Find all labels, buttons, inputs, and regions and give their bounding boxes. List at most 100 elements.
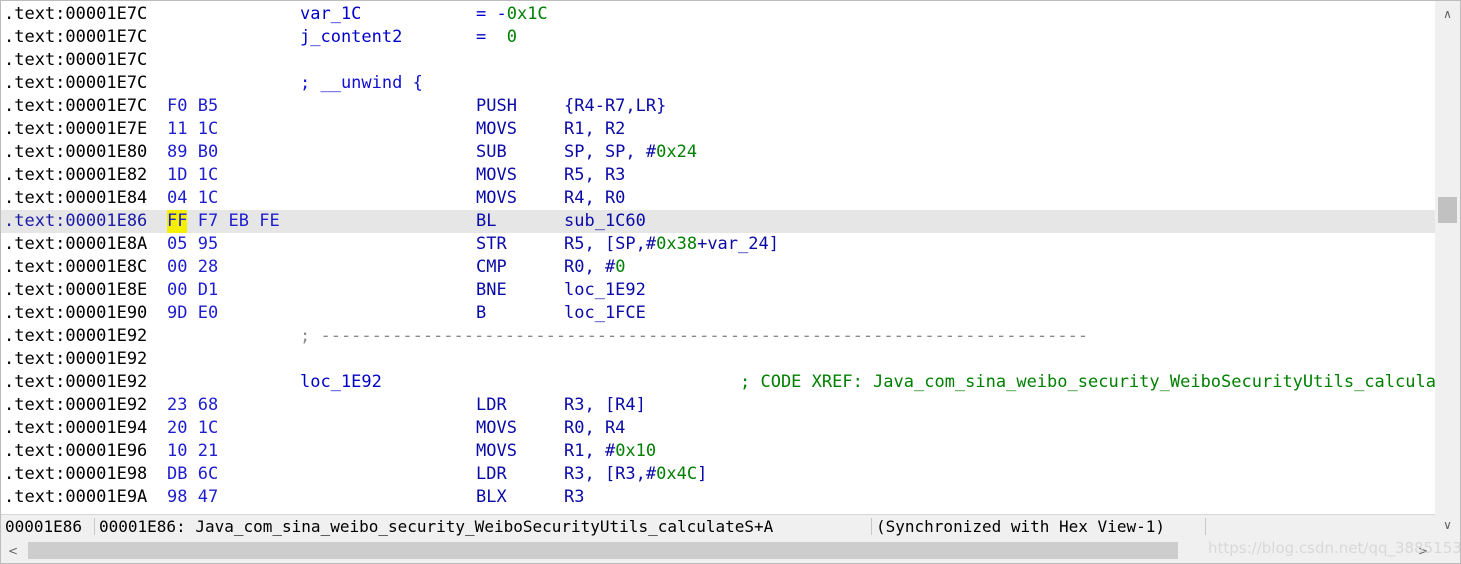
mnemonic: MOVS	[476, 119, 517, 139]
disassembly-listing[interactable]: .text:00001E7C var_1C = -0x1C .text:00001E7…	[1, 1, 1435, 513]
status-offset: 00001E86	[5, 517, 83, 536]
opcode-byte: F0	[167, 96, 188, 116]
operand-number: 0	[615, 257, 626, 277]
opcode-byte: 47	[197, 487, 219, 507]
equals-sign: = -	[476, 4, 507, 24]
operands[interactable]: R0, R4	[564, 417, 625, 440]
operand-number: 0x38	[656, 234, 698, 254]
operand-text: SP, SP, #	[564, 142, 657, 162]
operands[interactable]: R5, [SP,#0x38+var_24]	[564, 233, 779, 256]
address: .text:00001E96	[4, 441, 148, 461]
opcode-bytes: DB 6C	[167, 463, 218, 486]
opcode-byte: B5	[197, 96, 219, 116]
stack-var-value: = -0x1C	[476, 3, 548, 26]
mnemonic: B	[476, 303, 487, 323]
opcode-byte: 68	[197, 395, 219, 415]
scroll-down-icon[interactable]: ∨	[1435, 512, 1460, 537]
listing-row[interactable]: .text:00001E80 89 B0 SUB SP, SP, #0x24	[1, 141, 1435, 164]
operand-text: R3, [R4]	[564, 395, 646, 415]
operands[interactable]: {R4-R7,LR}	[564, 95, 666, 118]
opcode-byte: EB	[228, 211, 249, 231]
operand-text: R5, [SP,#	[564, 234, 657, 254]
operand-tail: +var_24]	[697, 234, 779, 254]
listing-row[interactable]: .text:00001E7C j_content2 = 0	[1, 26, 1435, 49]
status-location: 00001E86: Java_com_sina_weibo_security_W…	[99, 517, 774, 536]
opcode-byte: 95	[197, 234, 219, 254]
opcode-byte: FE	[259, 211, 280, 231]
operand-text: {R4-R7,LR}	[564, 96, 667, 116]
address: .text:00001E7E	[4, 119, 148, 139]
listing-row[interactable]: .text:00001E92 loc_1E92 ; CODE XREF: Java_…	[1, 371, 1435, 394]
mnemonic: MOVS	[476, 165, 517, 185]
numeric-value: 0x1C	[506, 4, 548, 24]
separator-line: ; --------------------------------------…	[300, 326, 1089, 346]
listing-row[interactable]: .text:00001E9A 98 47 BLX R3	[1, 486, 1435, 509]
opcode-bytes: 04 1C	[167, 187, 218, 210]
listing-row[interactable]: .text:00001E7C F0 B5 PUSH {R4-R7,LR}	[1, 95, 1435, 118]
unwind-comment: ; __unwind {	[300, 73, 423, 93]
listing-row[interactable]: .text:00001E92 23 68 LDR R3, [R4]	[1, 394, 1435, 417]
opcode-byte: 23	[167, 395, 188, 415]
listing-row[interactable]: .text:00001E7C var_1C = -0x1C	[1, 3, 1435, 26]
opcode-byte: 28	[197, 257, 219, 277]
label-name[interactable]: var_1C	[300, 3, 361, 26]
address: .text:00001E7C	[4, 4, 148, 24]
code-xref-comment[interactable]: ; CODE XREF: Java_com_sina_weibo_securit…	[740, 371, 1435, 394]
operands[interactable]: loc_1E92	[564, 279, 646, 302]
address: .text:00001E92	[4, 395, 148, 415]
address: .text:00001E82	[4, 165, 148, 185]
listing-row[interactable]: .text:00001E8C 00 28 CMP R0, #0	[1, 256, 1435, 279]
listing-row[interactable]: .text:00001E7C ; __unwind {	[1, 72, 1435, 95]
vertical-scrollbar[interactable]: ∧ ∨	[1435, 1, 1460, 538]
listing-row[interactable]: .text:00001E82 1D 1C MOVS R5, R3	[1, 164, 1435, 187]
listing-row[interactable]: .text:00001E92 ; ------------------------…	[1, 325, 1435, 348]
stack-var-value: = 0	[476, 26, 517, 49]
address: .text:00001E8A	[4, 234, 148, 254]
opcode-byte: D1	[197, 280, 219, 300]
listing-row[interactable]: .text:00001E8A 05 95 STR R5, [SP,#0x38+var_…	[1, 233, 1435, 256]
mnemonic: BL	[476, 211, 497, 231]
horizontal-scroll-thumb[interactable]	[28, 542, 1178, 559]
label-name[interactable]: j_content2	[300, 26, 402, 49]
selected-byte[interactable]: FF	[167, 210, 188, 233]
opcode-bytes: 10 21	[167, 440, 218, 463]
operands[interactable]: loc_1FCE	[564, 302, 646, 325]
operands[interactable]: R1, R2	[564, 118, 625, 141]
current-row[interactable]: .text:00001E86 FF F7 EB FE BL sub_1C60	[1, 210, 1435, 233]
operands[interactable]: R4, R0	[564, 187, 625, 210]
address: .text:00001E8E	[4, 280, 148, 300]
listing-row[interactable]: .text:00001E90 9D E0 Bloc_1FCE	[1, 302, 1435, 325]
operands[interactable]: R3, [R4]	[564, 394, 646, 417]
opcode-byte: 11	[167, 119, 188, 139]
operands[interactable]: R3	[564, 486, 584, 509]
operands[interactable]: R3, [R3,#0x4C]	[564, 463, 707, 486]
opcode-byte: 9D	[167, 303, 188, 323]
opcode-bytes: 9D E0	[167, 302, 218, 325]
scroll-left-icon[interactable]: <	[1, 538, 25, 563]
listing-row[interactable]: .text:00001E7E 11 1C MOVS R1, R2	[1, 118, 1435, 141]
operands[interactable]: R5, R3	[564, 164, 625, 187]
operands[interactable]: R0, #0	[564, 256, 625, 279]
opcode-byte: DB	[167, 464, 188, 484]
operands[interactable]: SP, SP, #0x24	[564, 141, 697, 164]
listing-row[interactable]: .text:00001E7C	[1, 49, 1435, 72]
mnemonic: MOVS	[476, 188, 517, 208]
operands[interactable]: R1, #0x10	[564, 440, 656, 463]
address: .text:00001E86	[4, 211, 148, 231]
listing-row[interactable]: .text:00001E94 20 1C MOVS R0, R4	[1, 417, 1435, 440]
listing-row[interactable]: .text:00001E84 04 1C MOVS R4, R0	[1, 187, 1435, 210]
mnemonic: LDR	[476, 395, 507, 415]
vertical-scroll-thumb[interactable]	[1438, 197, 1457, 223]
opcode-byte: 00	[167, 280, 188, 300]
address: .text:00001E92	[4, 372, 148, 392]
scroll-up-icon[interactable]: ∧	[1435, 1, 1460, 26]
opcode-byte: 04	[167, 188, 188, 208]
listing-row[interactable]: .text:00001E92	[1, 348, 1435, 371]
listing-row[interactable]: .text:00001E98 DB 6C LDR R3, [R3,#0x4C]	[1, 463, 1435, 486]
listing-row[interactable]: .text:00001E96 10 21 MOVS R1, #0x10	[1, 440, 1435, 463]
address: .text:00001E7C	[4, 50, 148, 70]
label-name[interactable]: loc_1E92	[300, 371, 382, 394]
mnemonic: MOVS	[476, 418, 517, 438]
operands[interactable]: sub_1C60	[564, 210, 646, 233]
listing-row[interactable]: .text:00001E8E 00 D1 BNE loc_1E92	[1, 279, 1435, 302]
